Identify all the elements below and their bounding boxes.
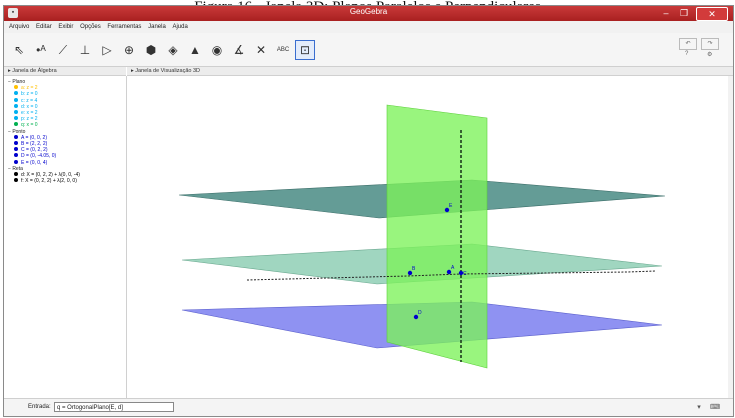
title-bar: ▪ GeoGebra – ❐ ✕ (4, 6, 733, 21)
menu-ajuda[interactable]: Ajuda (172, 21, 187, 33)
redo-button[interactable]: ↷ (701, 38, 719, 50)
visibility-toggle-icon[interactable] (14, 178, 18, 183)
input-label: Entrada: (28, 404, 51, 410)
algebra-item[interactable]: D = (0, -4.05, 0) (14, 153, 56, 159)
graphics-3d-header: ▸ Janela de Visualização 3D (127, 67, 733, 76)
algebra-item[interactable]: C = (0, 2, 2) (14, 147, 48, 153)
visibility-toggle-icon[interactable] (14, 110, 18, 114)
visibility-toggle-icon[interactable] (14, 147, 18, 152)
polygon-tool-icon[interactable]: ▷ (97, 40, 117, 60)
menu-opcoes[interactable]: Opções (80, 21, 101, 33)
input-field[interactable]: q = OrtogonalPlano[E, d] (54, 402, 174, 412)
menu-janela[interactable]: Janela (148, 21, 166, 33)
algebra-item-text: q: x = 0 (21, 122, 38, 129)
algebra-item[interactable]: d: x = 0 (14, 103, 38, 110)
algebra-item-text: A = (0, 0, 2) (21, 134, 47, 141)
algebra-group-title: Plano (12, 79, 26, 85)
visibility-toggle-icon[interactable] (14, 134, 18, 139)
algebra-item[interactable]: d: X = (0, 2, 2) + λ(0, 0, -4) (14, 172, 80, 178)
visibility-toggle-icon[interactable] (14, 116, 18, 121)
visibility-toggle-icon[interactable] (14, 85, 18, 90)
algebra-item-text: d: x = 0 (21, 103, 38, 110)
algebra-view-header: ▸ Janela de Álgebra (4, 67, 126, 76)
visibility-toggle-icon[interactable] (14, 91, 18, 96)
algebra-item-text: e: x = 2 (21, 110, 38, 116)
algebra-item-text: b: z = 0 (21, 91, 38, 98)
graphics-3d-view[interactable]: B A C E D (127, 76, 733, 398)
graphics-3d-canvas[interactable]: B A C E D (127, 76, 727, 398)
algebra-item[interactable]: a: z = 2 (14, 85, 38, 91)
algebra-item[interactable]: c: z = 4 (14, 97, 38, 104)
menu-ferramentas[interactable]: Ferramentas (107, 21, 141, 33)
tool-bar: ↶ ↷ ? ⚙ ⇖ •ᴬ ⟋ ⊥ ▷ ⊕ ⬢ ◈ ▲ ◉ ∡ ✕ ABC ⊡ (4, 33, 733, 67)
move-tool-icon[interactable]: ⇖ (9, 40, 29, 60)
pyramid-tool-icon[interactable]: ▲ (185, 40, 205, 60)
visibility-toggle-icon[interactable] (14, 97, 18, 102)
algebra-item[interactable]: B = (2, 2, 2) (14, 141, 47, 147)
algebra-item[interactable]: p: z = 2 (14, 116, 38, 122)
geogebra-window: ▪ GeoGebra – ❐ ✕ Arquivo Editar Exibir O… (3, 5, 734, 417)
perpendicular-line-tool-icon[interactable]: ⊥ (75, 40, 95, 60)
menu-exibir[interactable]: Exibir (58, 21, 73, 33)
point-tool-icon[interactable]: •ᴬ (31, 40, 51, 60)
algebra-item-text: E = (0, 0, 4) (21, 159, 48, 166)
maximize-button[interactable]: ❐ (676, 7, 692, 19)
algebra-item[interactable]: E = (0, 0, 4) (14, 159, 48, 166)
minimize-button[interactable]: – (658, 7, 674, 19)
input-dropdown-button[interactable]: ▾ (694, 403, 704, 412)
algebra-item-text: d: X = (0, 2, 2) + λ(0, 0, -4) (21, 172, 80, 178)
reflect-tool-icon[interactable]: ✕ (251, 40, 271, 60)
menu-bar: Arquivo Editar Exibir Opções Ferramentas… (4, 21, 733, 33)
algebra-item-text: p: z = 2 (21, 116, 38, 123)
algebra-group-title: Reta (12, 165, 23, 172)
menu-arquivo[interactable]: Arquivo (9, 21, 29, 33)
algebra-view-title: Janela de Álgebra (12, 68, 57, 74)
algebra-group-title: Ponto (12, 128, 26, 135)
plane-tool-icon[interactable]: ◈ (163, 40, 183, 60)
window-title: GeoGebra (349, 7, 388, 16)
visibility-toggle-icon[interactable] (14, 159, 18, 164)
plane-vertical[interactable] (386, 104, 488, 369)
algebra-group[interactable]: − Plano (8, 79, 25, 85)
algebra-group[interactable]: − Ponto (8, 129, 25, 135)
point-d-label: D (418, 310, 422, 316)
visibility-toggle-icon[interactable] (14, 103, 18, 108)
visibility-toggle-icon[interactable] (14, 172, 18, 176)
close-button[interactable]: ✕ (696, 7, 728, 21)
settings-icon[interactable]: ⚙ (707, 51, 712, 58)
algebra-item[interactable]: b: z = 0 (14, 91, 38, 97)
algebra-item-text: C = (0, 2, 2) (21, 147, 48, 154)
algebra-item-text: c: z = 4 (21, 97, 38, 104)
visibility-toggle-icon[interactable] (14, 122, 18, 127)
help-icon[interactable]: ? (685, 51, 688, 57)
point-c-label: C (463, 271, 467, 277)
algebra-item-text: B = (2, 2, 2) (21, 141, 48, 147)
angle-tool-icon[interactable]: ∡ (229, 40, 249, 60)
visibility-toggle-icon[interactable] (14, 153, 18, 158)
circle-tool-icon[interactable]: ⊕ (119, 40, 139, 60)
keyboard-icon[interactable]: ⌨ (710, 403, 720, 412)
intersect-tool-icon[interactable]: ⬢ (141, 40, 161, 60)
graphics-scrollbar[interactable] (728, 76, 733, 398)
algebra-item[interactable]: e: x = 2 (14, 110, 38, 116)
sphere-tool-icon[interactable]: ◉ (207, 40, 227, 60)
undo-button[interactable]: ↶ (679, 38, 697, 50)
algebra-group[interactable]: − Reta (8, 166, 23, 172)
visibility-toggle-icon[interactable] (14, 141, 18, 145)
algebra-item[interactable]: q: x = 0 (14, 122, 38, 128)
algebra-item[interactable]: A = (0, 0, 2) (14, 134, 47, 141)
algebra-item-text: f: X = (0, 2, 2) + λ(2, 0, 0) (21, 178, 77, 185)
algebra-item-text: D = (0, -4.05, 0) (21, 153, 57, 160)
rotate-view-tool-icon[interactable]: ⊡ (295, 40, 315, 60)
graphics-3d-title: Janela de Visualização 3D (135, 68, 201, 74)
algebra-view: − Plano a: z = 2 b: z = 0 c: z = 4 d: x = 0e… (4, 76, 127, 398)
algebra-item-text: a: z = 2 (21, 85, 38, 92)
line-tool-icon[interactable]: ⟋ (53, 40, 73, 60)
menu-editar[interactable]: Editar (36, 21, 52, 33)
input-bar: Entrada: q = OrtogonalPlano[E, d] ▾ ⌨ (4, 398, 733, 416)
text-tool-icon[interactable]: ABC (273, 40, 293, 60)
algebra-item[interactable]: f: X = (0, 2, 2) + λ(2, 0, 0) (14, 178, 77, 184)
